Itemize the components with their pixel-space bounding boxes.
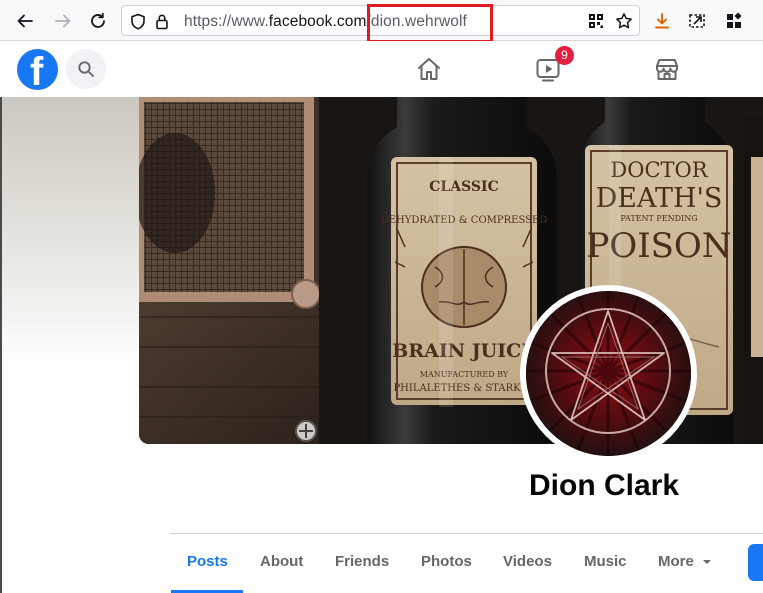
bottle2-top-label: DOCTOR [610, 158, 708, 182]
bottle2-patent-label: PATENT PENDING [620, 214, 697, 223]
tab-posts[interactable]: Posts [187, 553, 228, 570]
reload-button[interactable] [85, 8, 111, 34]
window-left-edge [0, 97, 2, 593]
tab-music[interactable]: Music [584, 553, 627, 570]
lock-icon[interactable] [155, 13, 169, 30]
qr-code-icon[interactable] [588, 13, 604, 29]
bookmark-star-icon[interactable] [615, 12, 633, 30]
tab-more-label: More [658, 553, 694, 570]
arrow-left-icon [17, 14, 33, 28]
tab-about[interactable]: About [260, 553, 303, 570]
facebook-logo-letter: f [30, 50, 44, 90]
tracking-protection-shield-icon[interactable] [130, 13, 146, 30]
pentagram-icon [526, 291, 691, 456]
extensions-button[interactable] [721, 8, 747, 34]
tab-friends[interactable]: Friends [335, 553, 389, 570]
facebook-header: f 9 [0, 41, 763, 97]
nav-marketplace[interactable] [652, 54, 682, 84]
nav-home[interactable] [414, 54, 444, 84]
watch-notification-badge: 9 [555, 46, 574, 65]
search-button[interactable] [66, 49, 106, 89]
bottle1-main-label: BRAIN JUICE [392, 340, 536, 362]
marketplace-store-icon [656, 59, 678, 80]
profile-picture-image [526, 291, 691, 456]
caret-down-icon [703, 560, 712, 565]
url-highlight-annotation [367, 4, 493, 43]
screenshot-button[interactable] [684, 8, 710, 34]
bottle1-maker-label: PHILALETHES & STARKEY [393, 383, 534, 394]
facebook-logo[interactable]: f [17, 49, 58, 90]
tab-videos[interactable]: Videos [503, 553, 552, 570]
download-icon [655, 13, 669, 29]
reload-icon [91, 12, 105, 28]
tab-photos[interactable]: Photos [421, 553, 472, 570]
add-to-story-button[interactable] [748, 544, 763, 581]
bottle2-main-label: POISON [586, 226, 731, 266]
home-icon [418, 58, 440, 80]
profile-name: Dion Clark [529, 469, 680, 502]
downloads-button[interactable] [649, 8, 675, 34]
search-icon [78, 61, 94, 77]
tabs-divider [171, 533, 763, 534]
forward-button[interactable] [50, 8, 76, 34]
cover-left-fade [0, 97, 139, 360]
bottle1-mid-label: DEHYDRATED & COMPRESSED [381, 215, 548, 226]
tab-more[interactable]: More [658, 553, 712, 570]
bottle1-sub-label: MANUFACTURED BY [420, 370, 509, 379]
browser-toolbar: https://www.facebook.com/dion.wehrwolf [0, 0, 763, 43]
url-domain: facebook.com [268, 13, 367, 30]
screenshot-icon [689, 14, 705, 28]
profile-picture[interactable] [520, 285, 697, 462]
url-prefix: https://www. [184, 13, 269, 30]
extensions-grid-icon [727, 12, 742, 28]
arrow-right-icon [55, 14, 71, 28]
back-button[interactable] [12, 8, 38, 34]
